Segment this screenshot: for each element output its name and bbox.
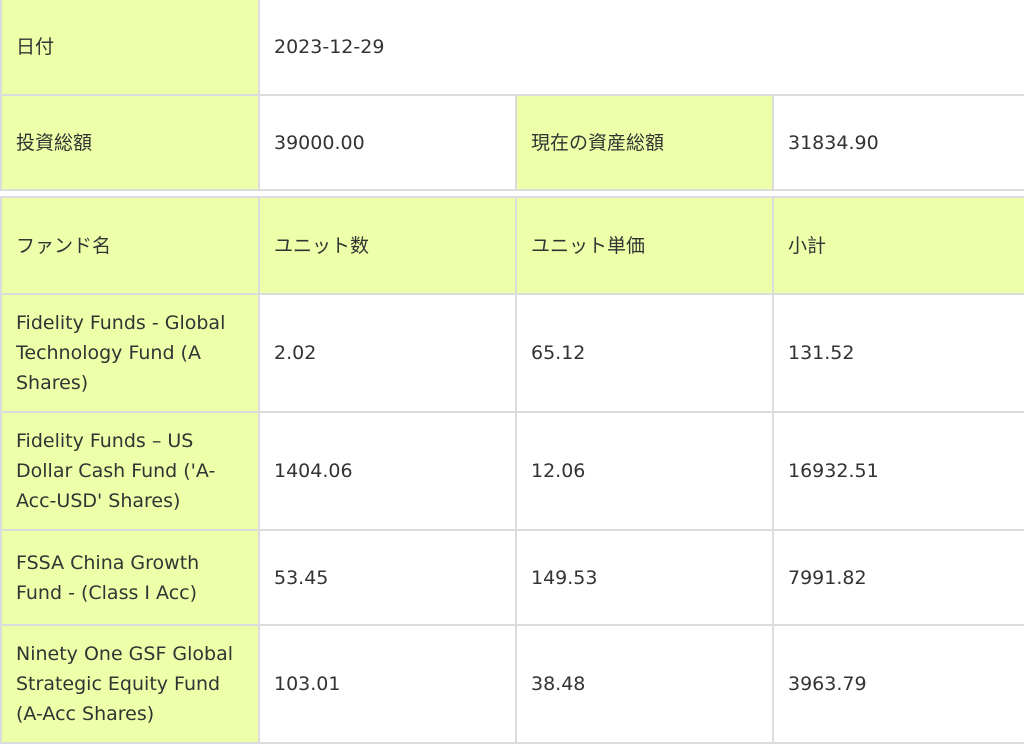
col-header-units: ユニット数 xyxy=(258,196,517,295)
fund-subtotal: 131.52 xyxy=(772,293,1024,413)
totals-row: 投資総額 39000.00 現在の資産総額 31834.90 xyxy=(0,94,1024,191)
fund-name: Fidelity Funds - Global Technology Fund … xyxy=(0,293,260,413)
fund-unit-price: 12.06 xyxy=(515,411,774,531)
table-row: Fidelity Funds – US Dollar Cash Fund ('A… xyxy=(0,411,1024,531)
assets-total-label: 現在の資産総額 xyxy=(515,94,774,191)
col-header-subtotal: 小計 xyxy=(772,196,1024,295)
col-header-unit-price: ユニット単価 xyxy=(515,196,774,295)
fund-name: Fidelity Funds – US Dollar Cash Fund ('A… xyxy=(0,411,260,531)
invest-total-value: 39000.00 xyxy=(258,94,517,191)
table-row: Fidelity Funds - Global Technology Fund … xyxy=(0,293,1024,413)
summary-table: 日付 2023-12-29 投資総額 39000.00 現在の資産総額 3183… xyxy=(0,0,1024,191)
funds-table: ファンド名 ユニット数 ユニット単価 小計 Fidelity Funds - G… xyxy=(0,196,1024,744)
fund-name: Ninety One GSF Global Strategic Equity F… xyxy=(0,624,260,744)
fund-name: FSSA China Growth Fund - (Class I Acc) xyxy=(0,529,260,626)
col-header-fund-name: ファンド名 xyxy=(0,196,260,295)
fund-subtotal: 7991.82 xyxy=(772,529,1024,626)
funds-header-row: ファンド名 ユニット数 ユニット単価 小計 xyxy=(0,196,1024,295)
fund-units: 103.01 xyxy=(258,624,517,744)
date-row: 日付 2023-12-29 xyxy=(0,0,1024,96)
date-value: 2023-12-29 xyxy=(257,0,1024,96)
fund-unit-price: 38.48 xyxy=(515,624,774,744)
fund-unit-price: 149.53 xyxy=(515,529,774,626)
assets-total-value: 31834.90 xyxy=(771,94,1024,191)
fund-subtotal: 16932.51 xyxy=(772,411,1024,531)
fund-units: 1404.06 xyxy=(258,411,517,531)
fund-subtotal: 3963.79 xyxy=(772,624,1024,744)
invest-total-label: 投資総額 xyxy=(0,94,260,191)
date-label: 日付 xyxy=(0,0,260,96)
fund-units: 2.02 xyxy=(258,293,517,413)
fund-units: 53.45 xyxy=(258,529,517,626)
table-row: FSSA China Growth Fund - (Class I Acc) 5… xyxy=(0,529,1024,626)
table-row: Ninety One GSF Global Strategic Equity F… xyxy=(0,624,1024,744)
fund-unit-price: 65.12 xyxy=(515,293,774,413)
